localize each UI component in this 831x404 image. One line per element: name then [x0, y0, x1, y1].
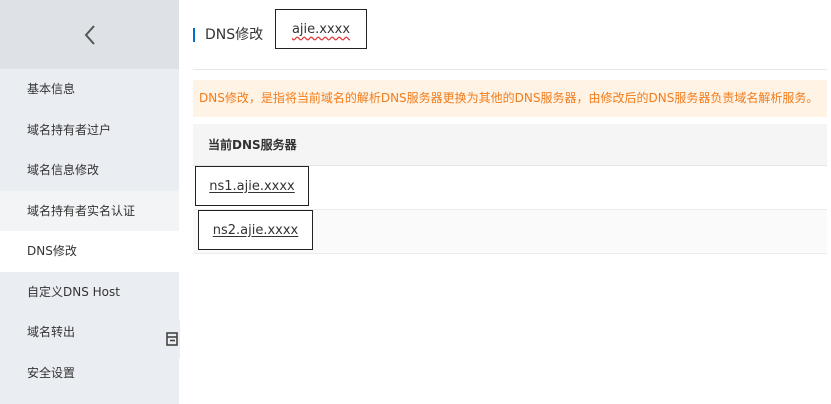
dns-server-value: ns2.ajie.xxxx: [212, 222, 299, 238]
table-row: ns1.ajie.xxxx: [193, 166, 827, 210]
sidebar-item-security-settings[interactable]: 安全设置: [0, 353, 179, 394]
sidebar-collapse-icon: [166, 332, 178, 346]
table-header: 当前DNS服务器: [193, 124, 827, 166]
sidebar: 基本信息 域名持有者过户 域名信息修改 域名持有者实名认证 DNS修改 自定义D…: [0, 0, 179, 404]
sidebar-header: [0, 0, 179, 69]
back-button[interactable]: [75, 20, 105, 50]
dns-notice-banner: DNS修改，是指将当前域名的解析DNS服务器更换为其他的DNS服务器，由修改后的…: [193, 80, 827, 117]
sidebar-item-holder-transfer[interactable]: 域名持有者过户: [0, 110, 179, 151]
sidebar-item-custom-dns-host[interactable]: 自定义DNS Host: [0, 272, 179, 313]
sidebar-nav: 基本信息 域名持有者过户 域名信息修改 域名持有者实名认证 DNS修改 自定义D…: [0, 69, 179, 393]
sidebar-item-domain-transfer-out[interactable]: 域名转出: [0, 312, 179, 353]
dns-server-table: 当前DNS服务器 ns1.ajie.xxxx ns2.ajie.xxxx: [193, 124, 827, 254]
table-row: ns2.ajie.xxxx: [193, 210, 827, 254]
page-title: DNS修改: [205, 27, 264, 43]
sidebar-item-info-modify[interactable]: 域名信息修改: [0, 150, 179, 191]
dns-server-box-2: ns2.ajie.xxxx: [198, 210, 313, 250]
sidebar-item-realname-auth[interactable]: 域名持有者实名认证: [0, 190, 179, 231]
main-content: DNS修改 ajie.xxxx DNS修改，是指将当前域名的解析DNS服务器更换…: [179, 0, 831, 404]
title-accent-bar: [193, 28, 195, 42]
domain-name-box: ajie.xxxx: [275, 9, 367, 49]
sidebar-collapse-handle[interactable]: [164, 320, 180, 358]
dns-server-box-1: ns1.ajie.xxxx: [195, 166, 309, 206]
sidebar-item-basic-info[interactable]: 基本信息: [0, 69, 179, 110]
column-header-current-dns: 当前DNS服务器: [208, 138, 297, 152]
dns-server-value: ns1.ajie.xxxx: [209, 178, 295, 194]
sidebar-item-dns-modify[interactable]: DNS修改: [0, 231, 179, 272]
domain-name: ajie.xxxx: [291, 21, 351, 37]
title-bar: DNS修改 ajie.xxxx: [193, 0, 827, 70]
chevron-left-icon: [84, 24, 95, 45]
dns-notice-text: DNS修改，是指将当前域名的解析DNS服务器更换为其他的DNS服务器，由修改后的…: [199, 91, 819, 105]
